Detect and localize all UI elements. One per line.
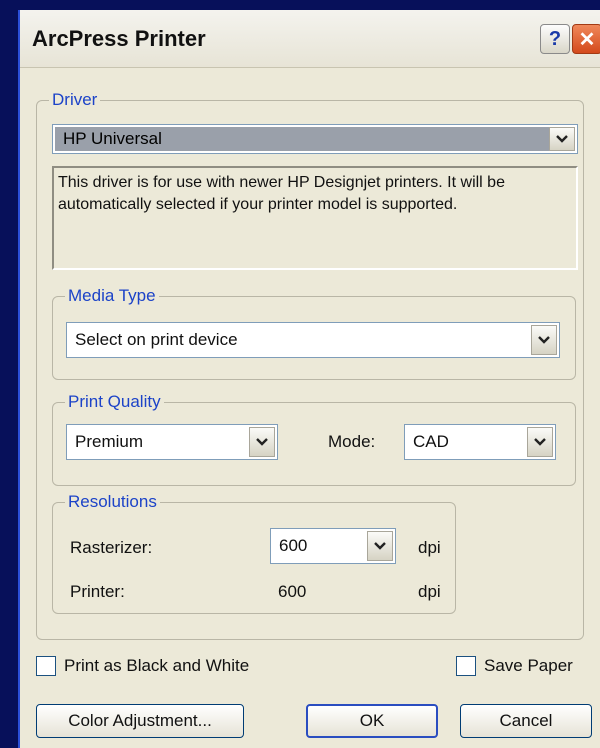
rasterizer-label: Rasterizer:	[70, 538, 153, 557]
media-type-group-label: Media Type	[65, 286, 159, 306]
driver-select[interactable]: HP Universal	[52, 124, 578, 154]
printer-label: Printer:	[70, 582, 125, 601]
window-title: ArcPress Printer	[32, 26, 206, 51]
rasterizer-selected-value: 600	[279, 536, 308, 555]
chevron-down-icon[interactable]	[531, 325, 557, 355]
resolutions-group-label: Resolutions	[65, 492, 160, 512]
black-white-label[interactable]: Print as Black and White	[64, 656, 249, 676]
save-paper-label[interactable]: Save Paper	[484, 656, 573, 676]
chevron-down-icon[interactable]	[549, 127, 575, 151]
rasterizer-select[interactable]: 600	[270, 528, 396, 564]
chevron-down-icon[interactable]	[249, 427, 275, 457]
question-icon: ?	[548, 27, 562, 50]
print-quality-select[interactable]: Premium	[66, 424, 278, 460]
media-type-select[interactable]: Select on print device	[66, 322, 560, 358]
mode-select[interactable]: CAD	[404, 424, 556, 460]
printer-value: 600	[278, 582, 307, 601]
mode-label: Mode:	[328, 432, 376, 451]
printer-unit: dpi	[418, 582, 441, 601]
ok-button[interactable]: OK	[306, 704, 438, 738]
close-icon: ✕	[578, 28, 596, 51]
color-adjustment-button[interactable]: Color Adjustment...	[36, 704, 244, 738]
driver-selected-value: HP Universal	[55, 127, 549, 151]
title-bar[interactable]: ArcPress Printer ? ✕	[20, 10, 600, 68]
driver-description: This driver is for use with newer HP Des…	[52, 166, 578, 270]
chevron-down-icon[interactable]	[367, 531, 393, 561]
driver-description-text: This driver is for use with newer HP Des…	[58, 174, 505, 213]
rasterizer-unit: dpi	[418, 538, 441, 557]
print-quality-selected-value: Premium	[75, 432, 144, 451]
driver-group-label: Driver	[49, 90, 101, 110]
printer-dialog: ArcPress Printer ? ✕ Driver HP Universal…	[18, 10, 600, 748]
save-paper-checkbox[interactable]	[456, 656, 476, 676]
cancel-button[interactable]: Cancel	[460, 704, 592, 738]
mode-selected-value: CAD	[413, 432, 449, 451]
media-type-selected-value: Select on print device	[75, 330, 238, 349]
chevron-down-icon[interactable]	[527, 427, 553, 457]
black-white-checkbox[interactable]	[36, 656, 56, 676]
close-button[interactable]: ✕	[572, 24, 600, 54]
print-quality-group-label: Print Quality	[65, 392, 164, 412]
help-button[interactable]: ?	[540, 24, 570, 54]
